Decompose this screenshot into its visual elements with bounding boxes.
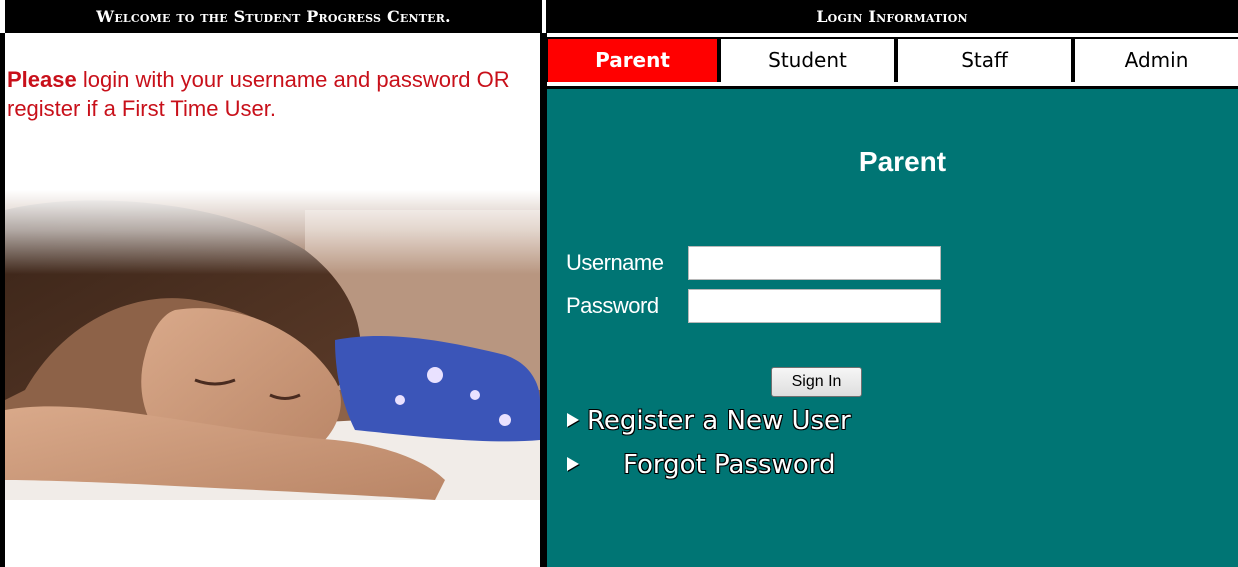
welcome-header: Welcome to the Student Progress Center. (5, 0, 542, 33)
tab-parent[interactable]: Parent (548, 39, 717, 82)
sign-in-button[interactable]: Sign In (771, 367, 862, 397)
login-info-header: Login Information (546, 0, 1238, 33)
login-panel-title: Parent (858, 146, 947, 177)
triangle-right-icon (567, 412, 579, 427)
forgot-password-link[interactable]: Forgot Password (567, 448, 835, 482)
column-divider (540, 33, 547, 567)
welcome-message: Please login with your username and pass… (7, 65, 527, 123)
tab-student[interactable]: Student (721, 39, 894, 82)
login-page: Welcome to the Student Progress Center. … (0, 0, 1238, 567)
tab-staff[interactable]: Staff (898, 39, 1071, 82)
triangle-right-icon (567, 456, 579, 471)
username-input[interactable] (688, 246, 941, 280)
role-tabs: Parent Student Staff Admin (546, 37, 1238, 82)
tab-admin[interactable]: Admin (1075, 39, 1238, 82)
welcome-message-strong: Please (7, 67, 77, 92)
register-link-label: Register a New User (587, 406, 851, 436)
forgot-password-label: Forgot Password (623, 450, 836, 480)
password-input[interactable] (688, 289, 941, 323)
register-link[interactable]: Register a New User (567, 404, 851, 438)
username-label: Username (566, 250, 664, 275)
student-photo (5, 190, 540, 527)
login-panel: Parent Username Password Sign In Registe… (547, 86, 1238, 567)
welcome-message-text: login with your username and password OR… (7, 67, 510, 121)
password-label: Password (566, 293, 659, 318)
